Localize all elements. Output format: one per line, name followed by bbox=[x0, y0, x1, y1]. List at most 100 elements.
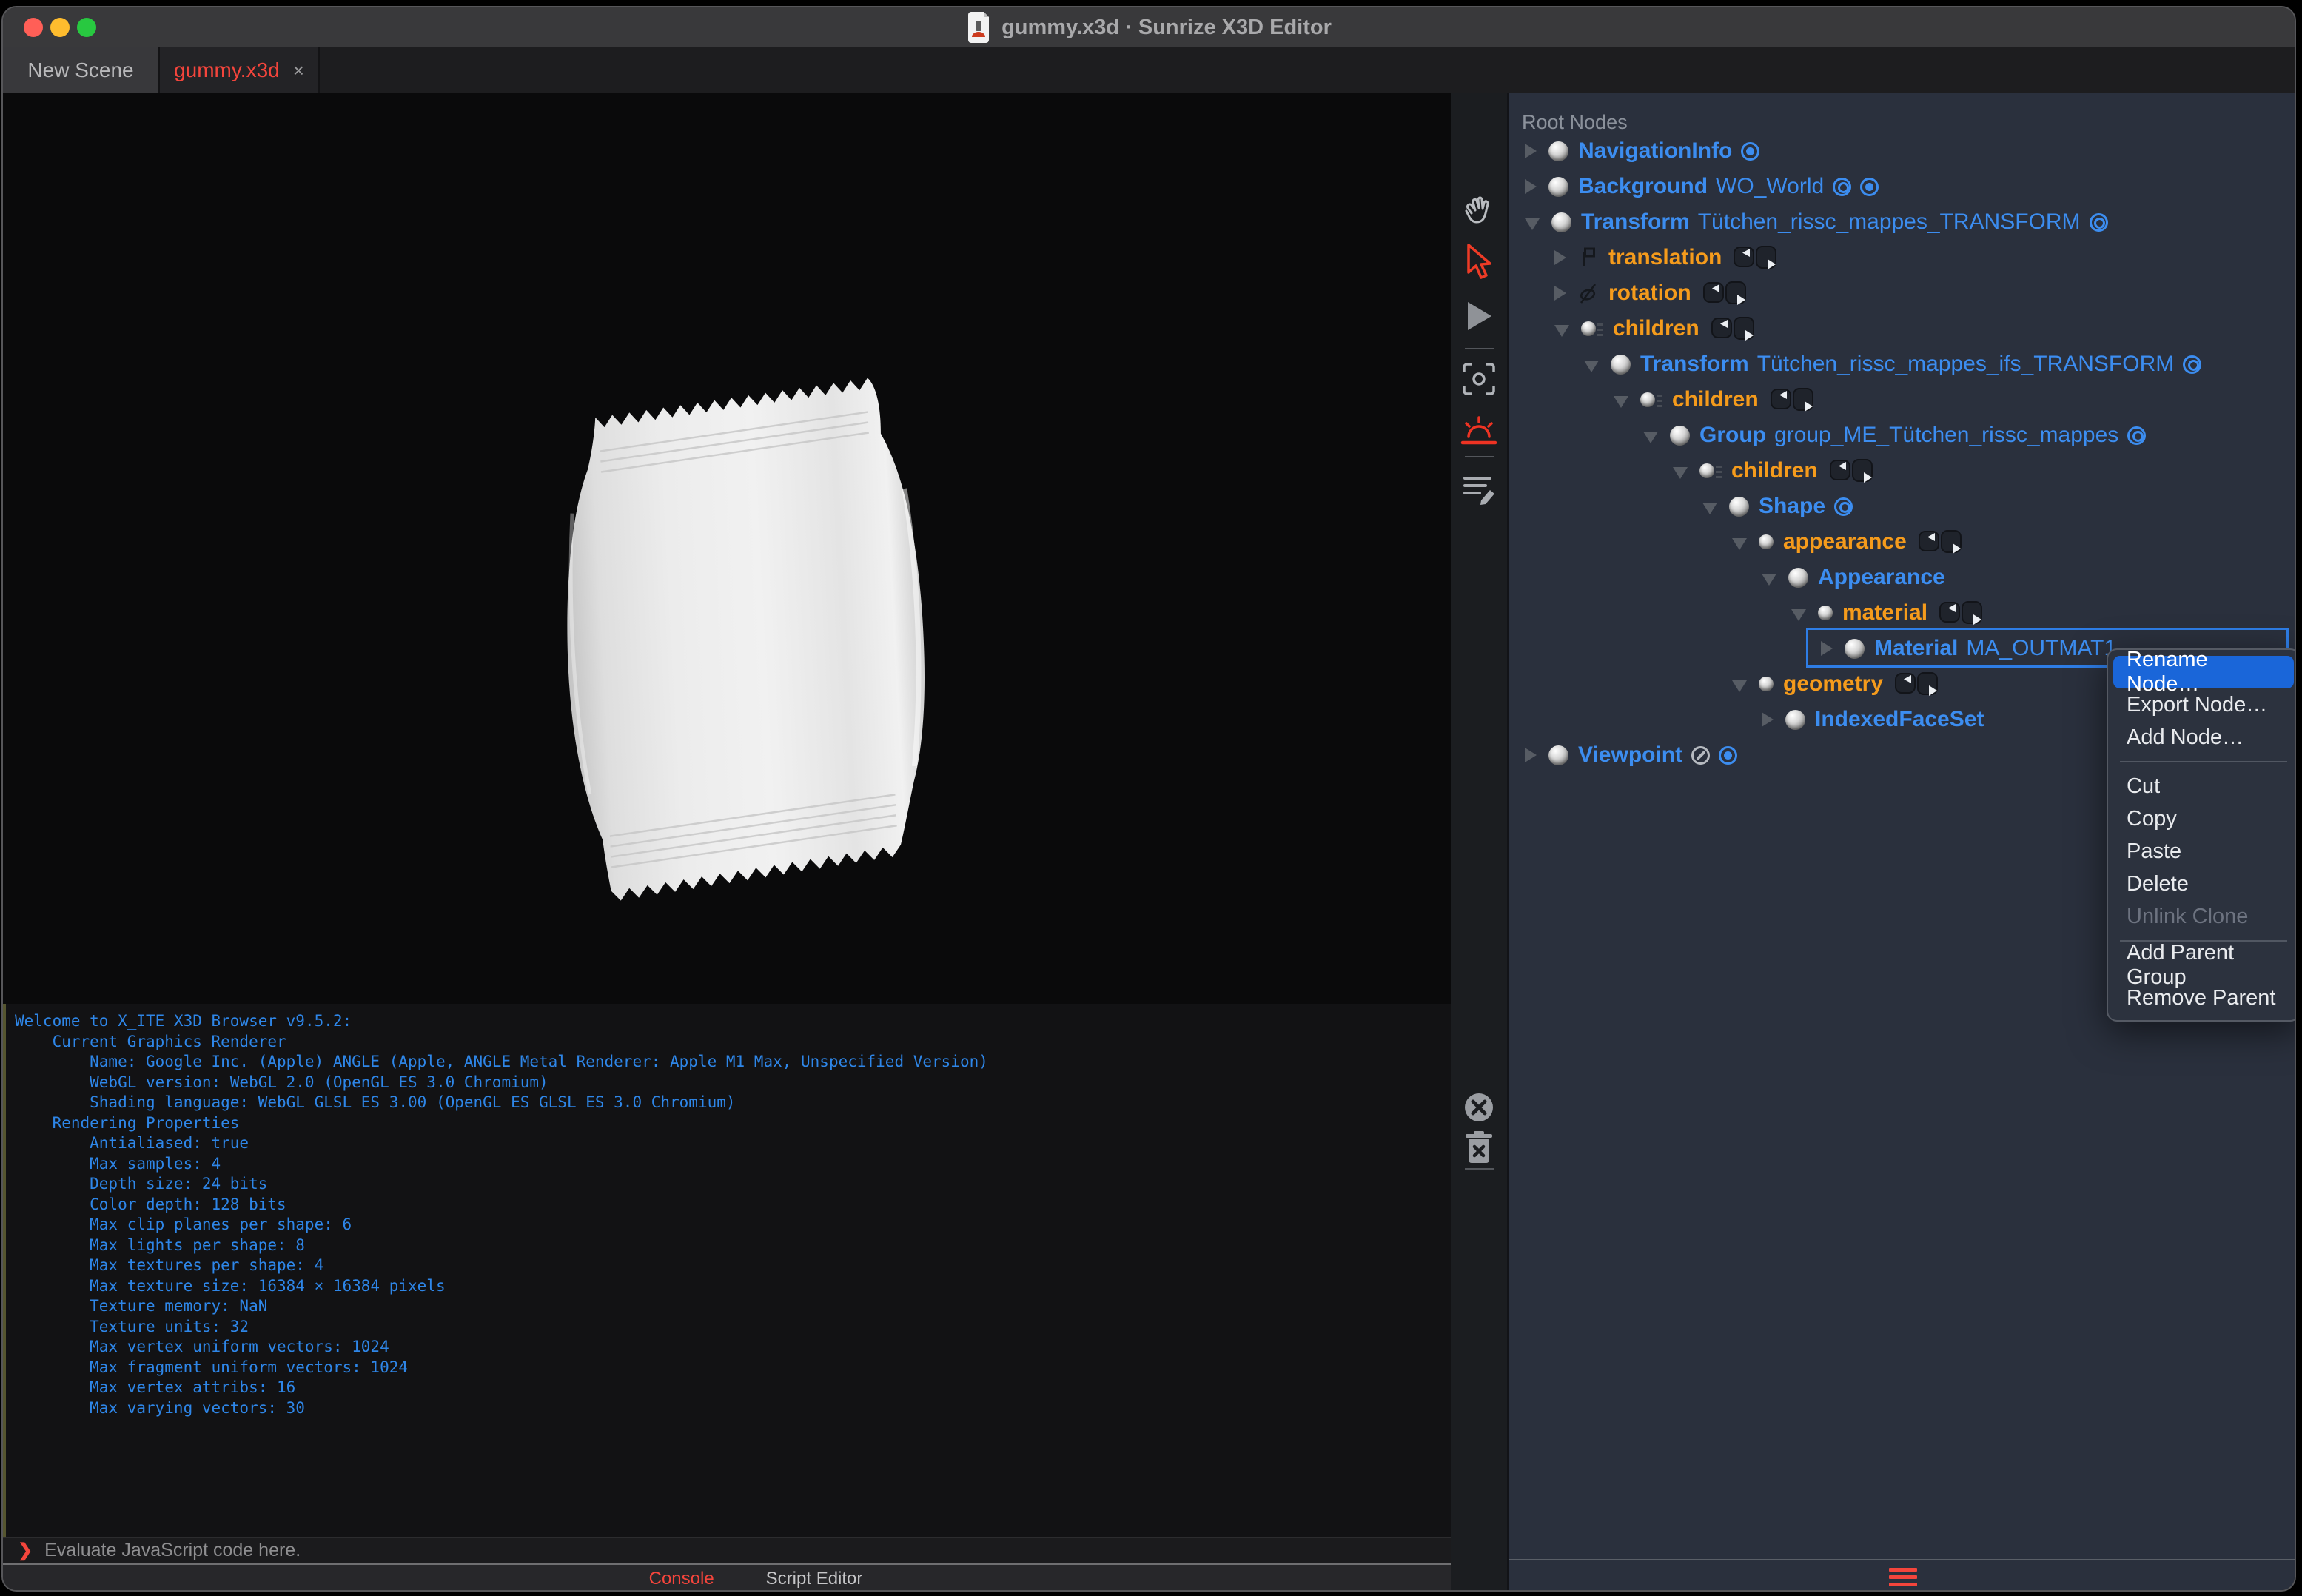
field-name-label: material bbox=[1842, 600, 1928, 625]
tree-node-shape[interactable]: Shape bbox=[1702, 489, 1853, 524]
tree-node-background[interactable]: Background WO_World bbox=[1525, 169, 1879, 204]
window-title: gummy.x3d · Sunrize X3D Editor bbox=[1001, 15, 1332, 39]
tab-new-scene[interactable]: New Scene bbox=[3, 47, 160, 93]
expander-down-icon[interactable] bbox=[1732, 680, 1747, 692]
expander-down-icon[interactable] bbox=[1702, 503, 1717, 514]
rotation-field-icon bbox=[1580, 284, 1597, 304]
tree-field-rotation[interactable]: rotation bbox=[1554, 275, 1749, 311]
console-output[interactable]: Welcome to X_ITE X3D Browser v9.5.2: Cur… bbox=[15, 1011, 988, 1418]
expander-down-icon[interactable] bbox=[1791, 609, 1806, 621]
node-sphere-icon bbox=[1785, 709, 1805, 730]
visibility-rings-icon[interactable] bbox=[1834, 497, 1853, 516]
route-connectors-icon[interactable] bbox=[1734, 244, 1779, 272]
node-field-icon bbox=[1818, 606, 1833, 620]
expander-down-icon[interactable] bbox=[1732, 538, 1747, 550]
route-connectors-icon[interactable] bbox=[1895, 670, 1941, 698]
tree-field-children[interactable]: children bbox=[1614, 382, 1816, 418]
route-connectors-icon[interactable] bbox=[1702, 279, 1749, 307]
node-type-label: Transform bbox=[1581, 209, 1690, 234]
app-window: gummy.x3d · Sunrize X3D Editor New Scene… bbox=[1, 6, 2296, 1592]
tree-field-children[interactable]: children bbox=[1554, 311, 1757, 346]
console-status-bar: Console Script Editor bbox=[3, 1565, 1509, 1590]
field-name-label: children bbox=[1613, 316, 1699, 341]
expander-down-icon[interactable] bbox=[1762, 574, 1776, 586]
expander-down-icon[interactable] bbox=[1643, 432, 1658, 443]
node-type-label: Background bbox=[1578, 174, 1708, 198]
tree-field-appearance[interactable]: appearance bbox=[1732, 524, 1964, 560]
tree-field-material[interactable]: material bbox=[1791, 595, 1985, 631]
expander-down-icon[interactable] bbox=[1525, 218, 1540, 230]
field-name-label: geometry bbox=[1783, 671, 1884, 696]
viewport-3d[interactable] bbox=[3, 93, 1451, 1004]
route-connectors-icon[interactable] bbox=[1918, 528, 1964, 556]
menu-item-export-node[interactable]: Export Node… bbox=[2113, 688, 2294, 721]
node-def-label: group_ME_Tütchen_rissc_mappes bbox=[1774, 423, 2119, 447]
clear-console-icon[interactable] bbox=[1463, 1091, 1495, 1124]
tab-document[interactable]: gummy.x3d × bbox=[160, 47, 320, 93]
menu-item-paste[interactable]: Paste bbox=[2113, 835, 2294, 868]
tree-field-children[interactable]: children bbox=[1673, 453, 1876, 489]
node-def-label: WO_World bbox=[1716, 174, 1825, 198]
bind-target-icon[interactable] bbox=[1741, 141, 1760, 161]
tree-node-indexedfaceset[interactable]: IndexedFaceSet bbox=[1762, 702, 1984, 737]
hand-tool-icon[interactable] bbox=[1461, 194, 1497, 229]
bind-target-icon[interactable] bbox=[1860, 177, 1879, 196]
tool-wrench-icon[interactable] bbox=[1691, 745, 1711, 765]
visibility-rings-icon[interactable] bbox=[2089, 212, 2108, 232]
panel-menu-icon[interactable] bbox=[1889, 1567, 1917, 1586]
trash-icon[interactable] bbox=[1464, 1131, 1494, 1165]
tree-node-transform[interactable]: Transform Tütchen_rissc_mappes_ifs_TRANSF… bbox=[1584, 346, 2202, 382]
node-sphere-icon bbox=[1788, 567, 1808, 588]
route-connectors-icon[interactable] bbox=[1939, 599, 1985, 627]
expander-down-icon[interactable] bbox=[1584, 361, 1599, 372]
menu-item-remove-parent[interactable]: Remove Parent bbox=[2113, 982, 2294, 1014]
script-editor-tab[interactable]: Script Editor bbox=[766, 1569, 863, 1589]
menu-item-cut[interactable]: Cut bbox=[2113, 770, 2294, 802]
expander-right-icon[interactable] bbox=[1762, 712, 1774, 727]
sunrise-light-icon[interactable] bbox=[1460, 413, 1497, 447]
menu-item-copy[interactable]: Copy bbox=[2113, 802, 2294, 835]
expander-right-icon[interactable] bbox=[1525, 748, 1537, 762]
tab-close-icon[interactable]: × bbox=[293, 59, 304, 82]
expander-right-icon[interactable] bbox=[1525, 179, 1537, 194]
bind-target-icon[interactable] bbox=[1719, 745, 1738, 765]
console-tab[interactable]: Console bbox=[649, 1569, 714, 1589]
tree-node-group[interactable]: Group group_ME_Tütchen_rissc_mappes bbox=[1643, 418, 2147, 453]
menu-item-rename-node[interactable]: Rename Node… bbox=[2113, 648, 2294, 696]
tree-field-translation[interactable]: translation bbox=[1554, 240, 1779, 275]
tree-node-appearance[interactable]: Appearance bbox=[1762, 560, 1945, 595]
node-def-label: Tütchen_rissc_mappes_TRANSFORM bbox=[1697, 209, 2081, 234]
visibility-rings-icon[interactable] bbox=[2183, 355, 2202, 374]
toolbar bbox=[1451, 93, 1509, 1590]
script-edit-icon[interactable] bbox=[1460, 471, 1497, 508]
tree-node-transform[interactable]: Transform Tütchen_rissc_mappes_TRANSFORM bbox=[1525, 204, 2108, 240]
play-icon[interactable] bbox=[1463, 299, 1494, 333]
node-sphere-icon bbox=[1548, 141, 1568, 161]
frame-view-icon[interactable] bbox=[1461, 361, 1497, 397]
visibility-rings-icon[interactable] bbox=[2127, 426, 2147, 445]
route-connectors-icon[interactable] bbox=[1829, 457, 1876, 485]
tree-field-geometry[interactable]: geometry bbox=[1732, 666, 1941, 702]
menu-item-add-node[interactable]: Add Node… bbox=[2113, 721, 2294, 754]
expander-right-icon[interactable] bbox=[1554, 286, 1566, 301]
node-sphere-icon bbox=[1611, 354, 1631, 375]
outline-bottom-bar bbox=[1509, 1559, 2295, 1590]
expander-down-icon[interactable] bbox=[1554, 325, 1569, 337]
expander-down-icon[interactable] bbox=[1614, 396, 1628, 408]
menu-item-add-parent-group[interactable]: Add Parent Group bbox=[2113, 941, 2294, 989]
expander-right-icon[interactable] bbox=[1554, 250, 1566, 265]
vector-field-icon bbox=[1583, 247, 1595, 266]
select-arrow-icon[interactable] bbox=[1463, 243, 1495, 281]
tree-node-navigationinfo[interactable]: NavigationInfo bbox=[1525, 133, 1760, 169]
tab-new-scene-label: New Scene bbox=[27, 58, 134, 81]
expander-down-icon[interactable] bbox=[1673, 467, 1688, 479]
menu-item-delete[interactable]: Delete bbox=[2113, 868, 2294, 900]
console-input[interactable] bbox=[43, 1539, 1305, 1562]
tree-node-viewpoint[interactable]: Viewpoint bbox=[1525, 737, 1738, 773]
route-connectors-icon[interactable] bbox=[1711, 315, 1757, 343]
expander-right-icon[interactable] bbox=[1525, 144, 1537, 158]
field-name-label: appearance bbox=[1783, 529, 1907, 554]
visibility-rings-icon[interactable] bbox=[1833, 177, 1852, 196]
node-type-label: Shape bbox=[1759, 494, 1826, 518]
route-connectors-icon[interactable] bbox=[1770, 386, 1816, 414]
